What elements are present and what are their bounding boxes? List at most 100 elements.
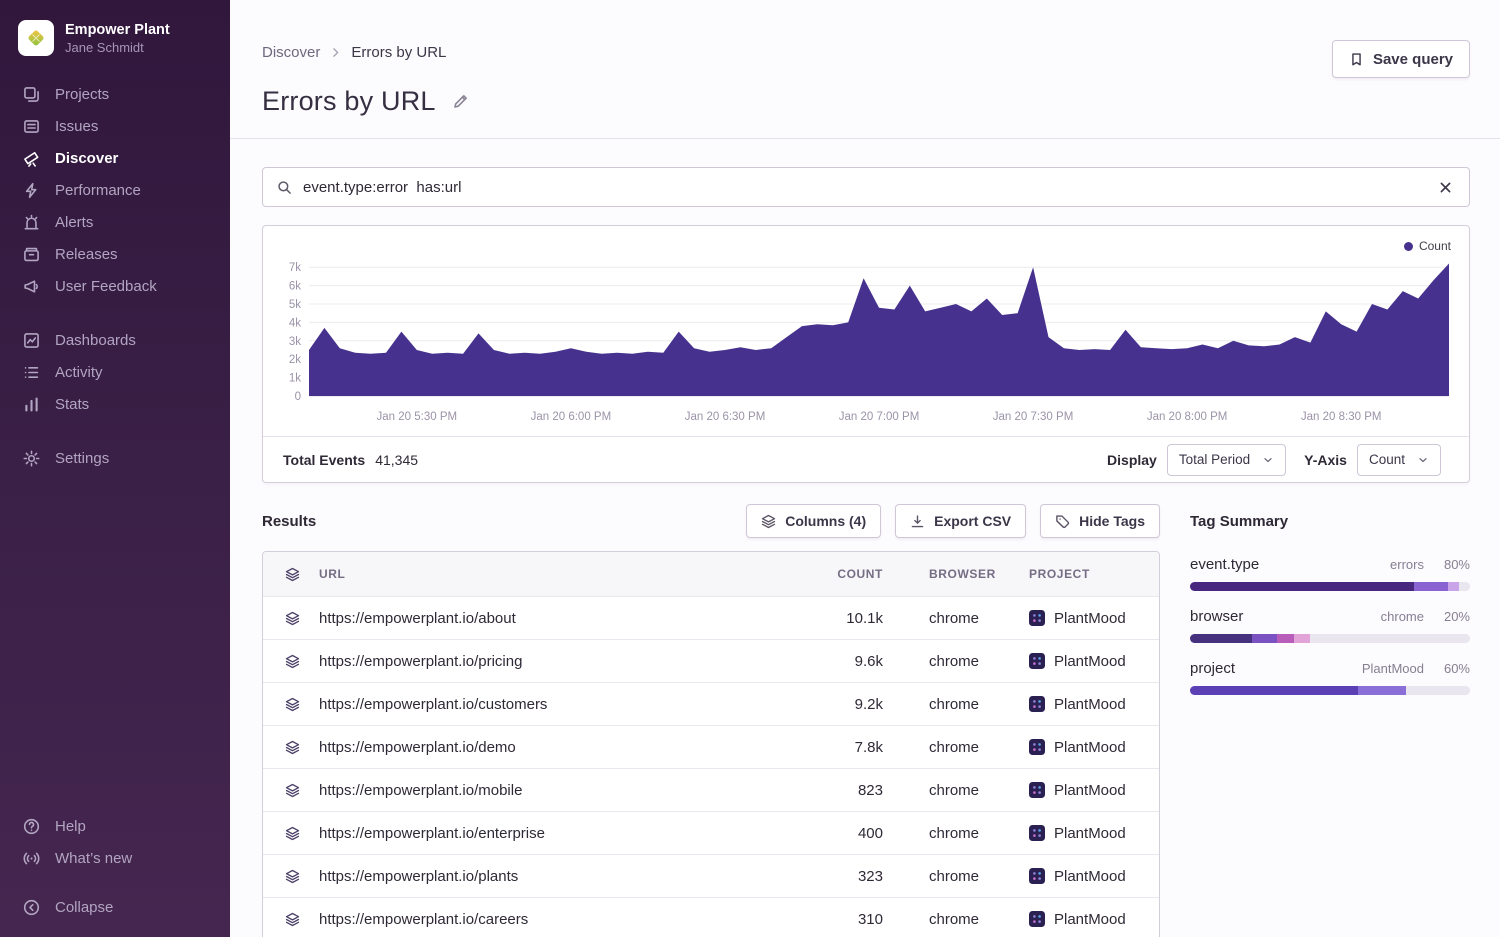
tag-bar-segment bbox=[1190, 634, 1252, 643]
row-url[interactable]: https://empowerplant.io/about bbox=[319, 610, 763, 627]
org-text: Empower Plant Jane Schmidt bbox=[65, 21, 170, 55]
project-avatar-icon bbox=[1029, 610, 1045, 626]
row-url[interactable]: https://empowerplant.io/plants bbox=[319, 868, 763, 885]
row-count: 823 bbox=[763, 782, 883, 799]
search-input[interactable] bbox=[303, 179, 1425, 196]
columns-button-label: Columns (4) bbox=[785, 513, 866, 529]
sidebar-item-label: Performance bbox=[55, 182, 141, 199]
sidebar-item-label: Settings bbox=[55, 450, 109, 467]
sidebar-item-whats-new[interactable]: What’s new bbox=[0, 842, 230, 874]
svg-text:5k: 5k bbox=[289, 299, 301, 311]
save-query-button[interactable]: Save query bbox=[1332, 40, 1470, 78]
row-browser: chrome bbox=[929, 696, 1029, 713]
row-browser: chrome bbox=[929, 782, 1029, 799]
column-header-url[interactable]: URL bbox=[319, 567, 763, 581]
org-user: Jane Schmidt bbox=[65, 40, 170, 55]
tag-bar-segment bbox=[1310, 634, 1470, 643]
tag-distribution-bar[interactable] bbox=[1190, 582, 1470, 591]
table-row[interactable]: https://empowerplant.io/enterprise 400 c… bbox=[263, 811, 1159, 854]
events-area-chart: 01k2k3k4k5k6k7kJan 20 5:30 PMJan 20 6:00… bbox=[263, 248, 1469, 436]
sidebar-item-user-feedback[interactable]: User Feedback bbox=[0, 270, 230, 302]
row-count: 310 bbox=[763, 911, 883, 928]
tag-bar-segment bbox=[1459, 582, 1470, 591]
performance-icon bbox=[22, 181, 40, 199]
tag-bar-segment bbox=[1448, 582, 1459, 591]
svg-text:Jan 20 7:30 PM: Jan 20 7:30 PM bbox=[993, 411, 1074, 423]
tag-distribution-bar[interactable] bbox=[1190, 686, 1470, 695]
display-select[interactable]: Total Period bbox=[1167, 444, 1286, 476]
row-project: PlantMood bbox=[1029, 868, 1159, 885]
row-project: PlantMood bbox=[1029, 739, 1159, 756]
user-feedback-icon bbox=[22, 277, 40, 295]
row-url[interactable]: https://empowerplant.io/customers bbox=[319, 696, 763, 713]
yaxis-select[interactable]: Count bbox=[1357, 444, 1441, 476]
row-url[interactable]: https://empowerplant.io/mobile bbox=[319, 782, 763, 799]
sidebar-item-alerts[interactable]: Alerts bbox=[0, 206, 230, 238]
results-actions: Columns (4) Export CSV Hide Tags bbox=[746, 504, 1160, 538]
edit-title-button[interactable] bbox=[450, 91, 471, 112]
stack-icon bbox=[285, 783, 319, 798]
column-header-project[interactable]: PROJECT bbox=[1029, 567, 1159, 581]
table-row[interactable]: https://empowerplant.io/careers 310 chro… bbox=[263, 897, 1159, 937]
results-column: Results Columns (4) Export CSV Hide T bbox=[262, 503, 1160, 937]
sidebar-item-releases[interactable]: Releases bbox=[0, 238, 230, 270]
sidebar-item-label: Dashboards bbox=[55, 332, 136, 349]
tag-bar-segment bbox=[1294, 634, 1311, 643]
table-row[interactable]: https://empowerplant.io/demo 7.8k chrome… bbox=[263, 725, 1159, 768]
sidebar-item-help[interactable]: Help bbox=[0, 810, 230, 842]
sidebar-item-activity[interactable]: Activity bbox=[0, 356, 230, 388]
sidebar-item-discover[interactable]: Discover bbox=[0, 142, 230, 174]
breadcrumb-discover[interactable]: Discover bbox=[262, 44, 320, 61]
sidebar-item-label: Alerts bbox=[55, 214, 93, 231]
stack-icon bbox=[285, 740, 319, 755]
hide-tags-button-label: Hide Tags bbox=[1079, 513, 1145, 529]
svg-text:6k: 6k bbox=[289, 281, 301, 293]
row-browser: chrome bbox=[929, 825, 1029, 842]
sidebar: Empower Plant Jane Schmidt Projects Issu… bbox=[0, 0, 230, 937]
hide-tags-button[interactable]: Hide Tags bbox=[1040, 504, 1160, 538]
row-url[interactable]: https://empowerplant.io/careers bbox=[319, 911, 763, 928]
sidebar-item-performance[interactable]: Performance bbox=[0, 174, 230, 206]
results-title: Results bbox=[262, 513, 316, 530]
sidebar-item-stats[interactable]: Stats bbox=[0, 388, 230, 420]
sidebar-item-dashboards[interactable]: Dashboards bbox=[0, 324, 230, 356]
sidebar-item-settings[interactable]: Settings bbox=[0, 442, 230, 474]
row-url[interactable]: https://empowerplant.io/enterprise bbox=[319, 825, 763, 842]
tag-distribution-bar[interactable] bbox=[1190, 634, 1470, 643]
row-project: PlantMood bbox=[1029, 610, 1159, 627]
row-browser: chrome bbox=[929, 653, 1029, 670]
row-url[interactable]: https://empowerplant.io/demo bbox=[319, 739, 763, 756]
alerts-icon bbox=[22, 213, 40, 231]
row-project: PlantMood bbox=[1029, 696, 1159, 713]
column-header-browser[interactable]: BROWSER bbox=[929, 567, 1029, 581]
row-project: PlantMood bbox=[1029, 782, 1159, 799]
table-row[interactable]: https://empowerplant.io/mobile 823 chrom… bbox=[263, 768, 1159, 811]
table-row[interactable]: https://empowerplant.io/plants 323 chrom… bbox=[263, 854, 1159, 897]
column-header-count[interactable]: COUNT bbox=[763, 567, 883, 581]
display-label: Display bbox=[1107, 452, 1157, 468]
stack-icon bbox=[285, 826, 319, 841]
row-url[interactable]: https://empowerplant.io/pricing bbox=[319, 653, 763, 670]
row-browser: chrome bbox=[929, 911, 1029, 928]
org-switcher[interactable]: Empower Plant Jane Schmidt bbox=[0, 0, 230, 78]
collapse-icon bbox=[22, 898, 40, 916]
search-icon bbox=[277, 180, 292, 195]
table-row[interactable]: https://empowerplant.io/customers 9.2k c… bbox=[263, 682, 1159, 725]
sidebar-item-projects[interactable]: Projects bbox=[0, 78, 230, 110]
sidebar-item-issues[interactable]: Issues bbox=[0, 110, 230, 142]
svg-text:4k: 4k bbox=[289, 317, 301, 329]
export-csv-button[interactable]: Export CSV bbox=[895, 504, 1026, 538]
tag-bar-segment bbox=[1190, 686, 1358, 695]
table-row[interactable]: https://empowerplant.io/about 10.1k chro… bbox=[263, 596, 1159, 639]
sidebar-item-collapse[interactable]: Collapse bbox=[0, 891, 230, 923]
close-icon bbox=[1438, 180, 1453, 195]
project-avatar-icon bbox=[1029, 782, 1045, 798]
tag-bar-segment bbox=[1414, 582, 1448, 591]
stack-icon bbox=[285, 869, 319, 884]
table-row[interactable]: https://empowerplant.io/pricing 9.6k chr… bbox=[263, 639, 1159, 682]
columns-button[interactable]: Columns (4) bbox=[746, 504, 881, 538]
clear-search-button[interactable] bbox=[1436, 178, 1455, 197]
search-bar bbox=[262, 167, 1470, 207]
svg-text:Jan 20 8:00 PM: Jan 20 8:00 PM bbox=[1147, 411, 1228, 423]
whats-new-icon bbox=[22, 849, 40, 867]
